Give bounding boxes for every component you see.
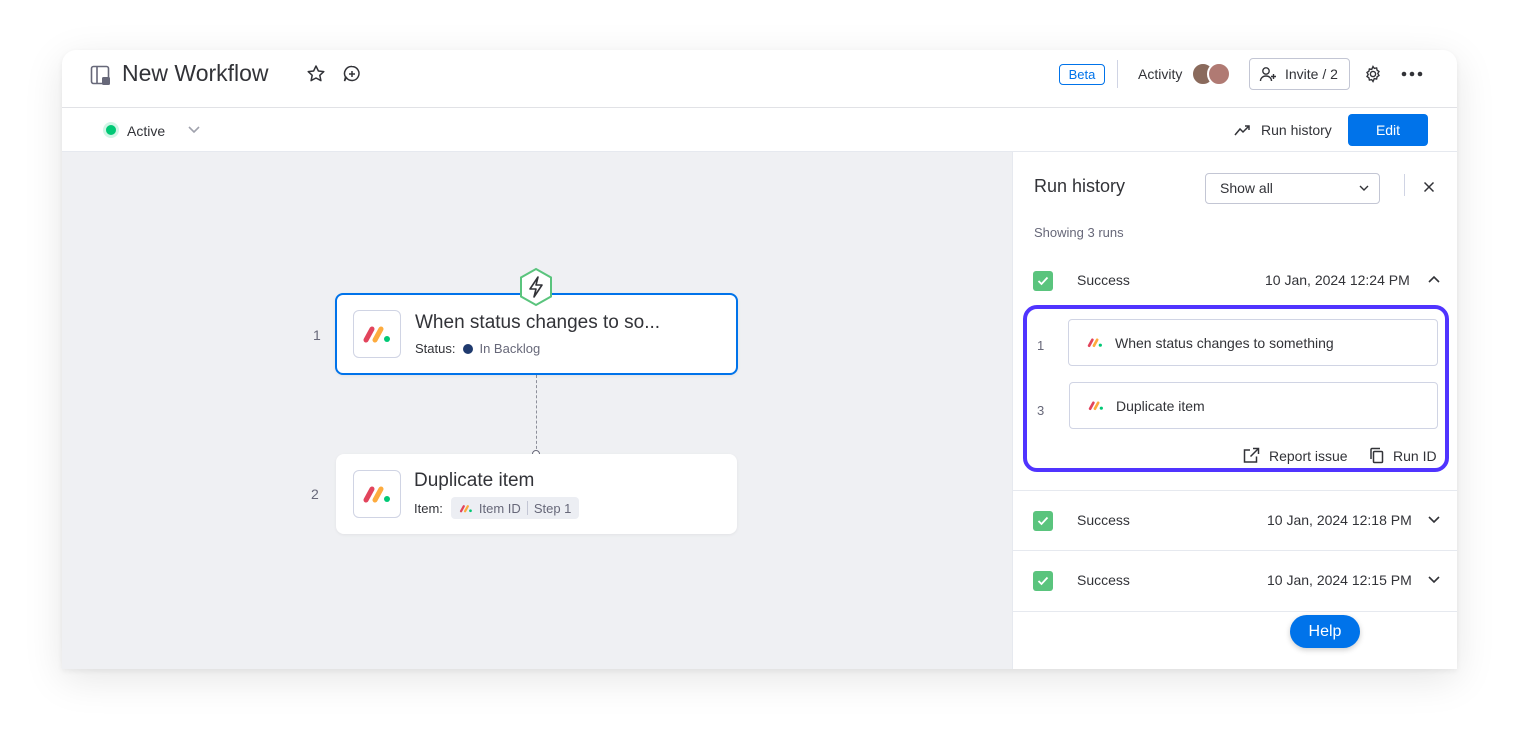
lightning-icon (518, 267, 554, 307)
run-status: Success (1077, 512, 1130, 528)
run-history-label: Run history (1261, 122, 1332, 138)
status-field-value: In Backlog (479, 341, 541, 356)
report-issue-label: Report issue (1269, 447, 1348, 464)
add-comment-icon[interactable] (342, 64, 362, 84)
run-history-panel: Run history Show all Showing 3 runs Succ… (1012, 152, 1457, 669)
run-status: Success (1077, 272, 1130, 288)
step-number: 1 (313, 327, 321, 343)
beta-badge: Beta (1059, 64, 1105, 85)
workflow-window: New Workflow Beta Activity Invite / 2 Ac… (62, 50, 1457, 669)
action-title: Duplicate item (414, 470, 535, 491)
run-history-button[interactable]: Run history (1234, 122, 1332, 138)
activity-link[interactable]: Activity (1138, 66, 1182, 82)
status-color-dot (463, 343, 474, 354)
run-filter-select[interactable]: Show all (1205, 173, 1380, 204)
header-divider (1117, 60, 1118, 88)
run-timestamp: 10 Jan, 2024 12:18 PM (1267, 512, 1412, 528)
invite-button[interactable]: Invite / 2 (1249, 58, 1350, 90)
trigger-condition: Status: In Backlog (415, 341, 540, 356)
invite-label: Invite / 2 (1285, 66, 1338, 82)
expanded-run-details: 1 When status changes to something 3 Dup… (1023, 305, 1449, 472)
chip-divider (526, 501, 528, 515)
report-issue-button[interactable]: Report issue (1243, 447, 1348, 464)
trigger-title: When status changes to so... (415, 312, 661, 333)
run-id-label: Run ID (1393, 447, 1437, 464)
action-card[interactable]: Duplicate item Item: Item ID Step 1 (336, 454, 737, 534)
run-row[interactable]: Success 10 Jan, 2024 12:18 PM (1013, 491, 1457, 551)
run-step-card[interactable]: When status changes to something (1068, 319, 1438, 366)
active-status-dot (106, 125, 116, 135)
add-user-icon (1259, 65, 1277, 83)
trend-icon (1234, 124, 1251, 136)
step-number: 2 (311, 486, 319, 502)
item-id-chip[interactable]: Item ID Step 1 (450, 497, 580, 519)
success-check-icon (1033, 571, 1053, 591)
monday-app-icon (1087, 338, 1102, 348)
panel-title: Run history (1034, 176, 1126, 196)
success-check-icon (1033, 271, 1053, 291)
more-icon[interactable] (1401, 70, 1423, 78)
run-step-number: 1 (1037, 338, 1045, 353)
run-step-label: Duplicate item (1116, 397, 1205, 414)
avatar[interactable] (1207, 62, 1231, 86)
runs-count: Showing 3 runs (1034, 225, 1124, 240)
star-icon[interactable] (306, 64, 326, 84)
edit-button[interactable]: Edit (1348, 114, 1428, 146)
copy-icon (1369, 447, 1384, 464)
monday-app-icon (353, 470, 401, 518)
chevron-up-icon[interactable] (1428, 275, 1440, 283)
workflow-icon (90, 65, 112, 87)
workflow-status-label[interactable]: Active (127, 123, 165, 139)
action-field: Item: Item ID Step 1 (414, 497, 580, 519)
monday-app-icon (1088, 401, 1103, 411)
monday-app-icon (353, 310, 401, 358)
run-filter-value: Show all (1220, 180, 1273, 196)
workflow-canvas[interactable]: 1 When status changes to so... Status: I… (62, 152, 1012, 669)
help-button[interactable]: Help (1290, 615, 1360, 648)
close-icon[interactable] (1423, 181, 1435, 193)
copy-run-id-button[interactable]: Run ID (1369, 447, 1437, 464)
chevron-down-icon[interactable] (1428, 576, 1440, 584)
success-check-icon (1033, 511, 1053, 531)
chip-step: Step 1 (533, 500, 572, 516)
run-row[interactable]: Success 10 Jan, 2024 12:15 PM (1013, 551, 1457, 611)
run-timestamp: 10 Jan, 2024 12:24 PM (1265, 272, 1410, 288)
run-step-card[interactable]: Duplicate item (1069, 382, 1438, 429)
status-field-label: Status: (415, 341, 456, 356)
chip-label: Item ID (478, 500, 521, 516)
run-step-number: 3 (1037, 403, 1045, 418)
page-title: New Workflow (122, 60, 269, 86)
row-divider (1013, 611, 1457, 612)
toolbar: Active Run history Edit (62, 109, 1457, 152)
step-connector (536, 375, 537, 454)
run-status: Success (1077, 572, 1130, 588)
run-timestamp: 10 Jan, 2024 12:15 PM (1267, 572, 1412, 588)
monday-app-icon (459, 504, 472, 512)
chevron-down-icon (1359, 185, 1369, 192)
item-field-label: Item: (414, 500, 443, 516)
run-step-label: When status changes to something (1115, 334, 1334, 351)
chevron-down-icon[interactable] (1428, 516, 1440, 524)
external-link-icon (1243, 447, 1260, 464)
gear-icon[interactable] (1364, 65, 1382, 83)
run-row[interactable]: Success 10 Jan, 2024 12:24 PM (1013, 250, 1457, 310)
chevron-down-icon[interactable] (187, 125, 201, 135)
panel-divider (1404, 174, 1405, 196)
header: New Workflow Beta Activity Invite / 2 (62, 50, 1457, 108)
